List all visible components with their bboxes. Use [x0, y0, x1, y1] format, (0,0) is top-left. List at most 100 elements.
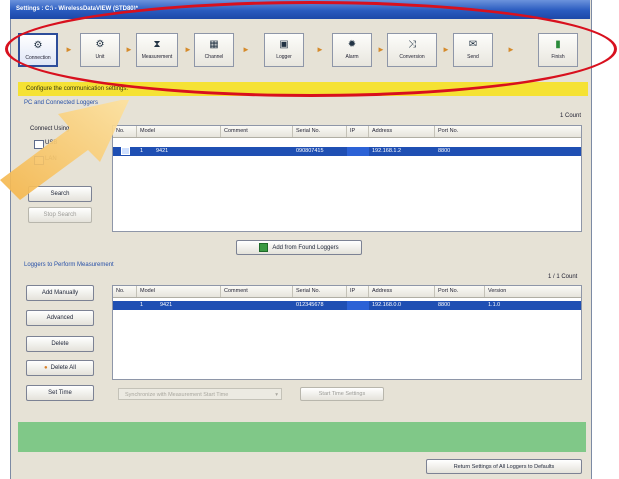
step-arrow-icon: ► — [65, 45, 73, 54]
step-conversion-button[interactable]: ⤨ Conversion — [387, 33, 437, 67]
cell-no: 1 — [140, 302, 144, 308]
lan-radio[interactable] — [34, 156, 44, 165]
cell-ip — [347, 301, 369, 310]
step-alarm-label: Alarm — [345, 54, 359, 60]
stop-search-button[interactable]: Stop Search — [28, 207, 92, 223]
col-serial: Serial No. — [293, 126, 347, 137]
step-measurement-label: Measurement — [141, 54, 173, 60]
unit-icon: ⚙ — [95, 39, 105, 50]
step-send-button[interactable]: ✉ Send — [453, 33, 493, 67]
step-unit-button[interactable]: ⚙ Unit — [80, 33, 120, 67]
add-manually-button[interactable]: Add Manually — [26, 285, 94, 301]
connection-icon: ⚙ — [33, 40, 43, 51]
step-finish-button[interactable]: ▮ Finish — [538, 33, 578, 67]
step-connection-label: Connection — [25, 55, 51, 61]
delete-all-icon: ● — [44, 365, 48, 371]
delete-all-label: Delete All — [50, 365, 76, 371]
cell-no: 1 — [140, 148, 144, 154]
connect-using-label: Connect Using — [30, 126, 70, 132]
measure-section-title: Loggers to Perform Measurement — [24, 262, 114, 268]
step-finish-label: Finish — [551, 54, 565, 60]
logger-icon: ▣ — [279, 39, 289, 50]
col-address: Address — [369, 286, 435, 297]
cell-address: 192.168.0.0 — [372, 302, 402, 308]
table-row[interactable]: 1 9421 012345678 192.168.0.0 8800 1.1.0 — [113, 301, 581, 310]
row-checkbox[interactable] — [118, 147, 132, 156]
measure-loggers-table: No. Model Comment Serial No. IP Address … — [112, 285, 582, 380]
cell-port: 8800 — [438, 148, 451, 154]
cell-model: 9421 — [160, 302, 173, 308]
hint-bar: Configure the communication settings. — [18, 82, 588, 96]
col-port: Port No. — [438, 128, 459, 134]
col-serial: Serial No. — [293, 286, 347, 297]
channel-icon: ▦ — [209, 39, 219, 50]
step-connection-button[interactable]: ⚙ Connection — [18, 33, 58, 67]
cell-comment — [221, 301, 293, 310]
add-icon — [259, 242, 269, 252]
cell-model: 9421 — [156, 148, 169, 154]
step-logger-label: Logger — [276, 54, 292, 60]
step-arrow-icon: ► — [184, 45, 192, 54]
usb-label: USB — [45, 140, 58, 146]
col-no: No. — [113, 286, 137, 297]
step-arrow-icon: ► — [377, 45, 385, 54]
measure-count: 1 / 1 Count — [548, 274, 578, 280]
hourglass-icon: ⧗ — [153, 39, 161, 50]
cell-port: 8800 — [438, 302, 451, 308]
step-arrow-icon: ► — [442, 45, 450, 54]
start-time-settings-button[interactable]: Start Time Settings — [300, 387, 384, 401]
cell-serial: 090807415 — [296, 148, 324, 154]
search-button[interactable]: Search — [28, 186, 92, 202]
step-arrow-icon: ► — [507, 45, 515, 54]
return-defaults-button[interactable]: Return Settings of All Loggers to Defaul… — [426, 459, 582, 474]
step-measurement-button[interactable]: ⧗ Measurement — [136, 33, 178, 67]
cell-comment — [221, 147, 293, 156]
step-arrow-icon: ► — [242, 45, 250, 54]
col-comment: Comment — [221, 126, 293, 137]
cell-version: 1.1.0 — [488, 302, 501, 308]
step-conversion-label: Conversion — [399, 54, 425, 60]
cell-serial: 012345678 — [296, 302, 324, 308]
usb-radio[interactable] — [34, 140, 44, 149]
add-from-found-button[interactable]: Add from Found Loggers — [236, 240, 362, 255]
delete-button[interactable]: Delete — [26, 336, 94, 352]
delete-all-button[interactable]: ● Delete All — [26, 360, 94, 376]
advanced-button[interactable]: Advanced — [26, 310, 94, 326]
search-count: 1 Count — [560, 113, 582, 119]
col-model: Model — [137, 286, 221, 297]
col-no: No. — [113, 126, 137, 137]
step-channel-label: Channel — [204, 54, 224, 60]
found-loggers-table: No. Model Comment Serial No. IP Address … — [112, 125, 582, 232]
set-time-button[interactable]: Set Time — [26, 385, 94, 401]
send-icon: ✉ — [468, 39, 478, 50]
time-sync-value: Synchronize with Measurement Start Time — [125, 392, 229, 398]
search-section-title: PC and Connected Loggers — [24, 100, 99, 106]
time-sync-select[interactable]: Synchronize with Measurement Start Time … — [118, 388, 282, 400]
col-version: Version — [488, 288, 507, 294]
col-comment: Comment — [221, 286, 293, 297]
step-unit-label: Unit — [95, 54, 105, 60]
alarm-icon: ✹ — [347, 39, 357, 50]
status-bar — [18, 422, 586, 452]
step-logger-button[interactable]: ▣ Logger — [264, 33, 304, 67]
add-from-found-label: Add from Found Loggers — [272, 245, 339, 251]
col-model: Model — [137, 126, 221, 137]
table-row[interactable]: 1 9421 090807415 192.168.1.2 8800 — [113, 147, 581, 156]
conversion-icon: ⤨ — [408, 39, 416, 50]
finish-icon: ▮ — [555, 39, 561, 50]
step-arrow-icon: ► — [125, 45, 133, 54]
cell-ip — [347, 147, 369, 156]
col-ip: IP — [347, 286, 369, 297]
col-ip: IP — [347, 126, 369, 137]
lan-label: LAN — [45, 156, 57, 162]
col-address: Address — [369, 126, 435, 137]
step-arrow-icon: ► — [316, 45, 324, 54]
wizard-toolbar: ⚙ Connection ► ⚙ Unit ► ⧗ Measurement ► … — [14, 25, 584, 75]
chevron-down-icon: ▾ — [275, 392, 278, 398]
table-header: No. Model Comment Serial No. IP Address … — [113, 126, 581, 138]
col-port: Port No. — [435, 286, 485, 297]
step-channel-button[interactable]: ▦ Channel — [194, 33, 234, 67]
cell-address: 192.168.1.2 — [372, 148, 402, 154]
window-title: Settings : C:\ - WirelessDataVIEW (STD80… — [10, 0, 590, 19]
step-alarm-button[interactable]: ✹ Alarm — [332, 33, 372, 67]
